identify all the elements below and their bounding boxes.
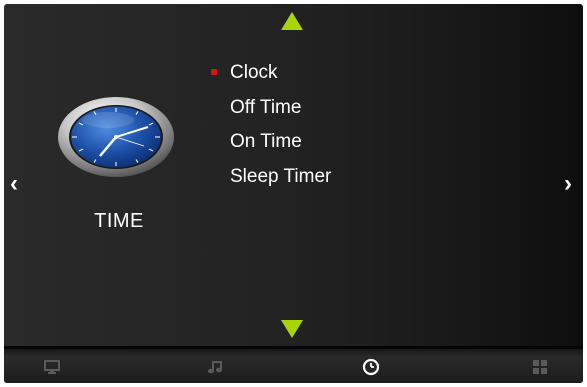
music-note-icon[interactable] <box>207 360 223 374</box>
category-title: TIME <box>94 210 144 232</box>
clock-icon <box>58 97 174 177</box>
menu-item-clock[interactable]: Clock <box>208 60 331 95</box>
menu-item-label: On Time <box>230 131 302 152</box>
menu-item-label: Off Time <box>230 96 302 118</box>
menu-item-on-time[interactable]: On Time <box>208 129 331 164</box>
nav-right-arrow[interactable]: › <box>564 172 572 196</box>
menu-item-label: Clock <box>230 62 278 83</box>
selection-indicator <box>211 69 217 75</box>
time-menu-list: Clock Off Time On Time Sleep Timer <box>208 60 331 198</box>
menu-item-sleep-timer[interactable]: Sleep Timer <box>208 164 331 199</box>
nav-left-arrow[interactable]: ‹ <box>10 172 18 196</box>
menu-item-off-time[interactable]: Off Time <box>208 95 331 130</box>
grid-setup-icon[interactable] <box>532 360 548 374</box>
category-tab-bar <box>4 346 583 383</box>
down-arrow-icon[interactable] <box>281 320 303 338</box>
menu-item-label: Sleep Timer <box>230 165 332 187</box>
clock-tab-icon[interactable] <box>362 358 380 376</box>
picture-monitor-icon[interactable] <box>44 360 60 374</box>
tab-bar-divider <box>4 346 583 349</box>
up-arrow-icon[interactable] <box>281 12 303 30</box>
osd-menu-screen: ‹ › TIME Clock Off Time On Time Sleep Ti… <box>4 4 583 383</box>
